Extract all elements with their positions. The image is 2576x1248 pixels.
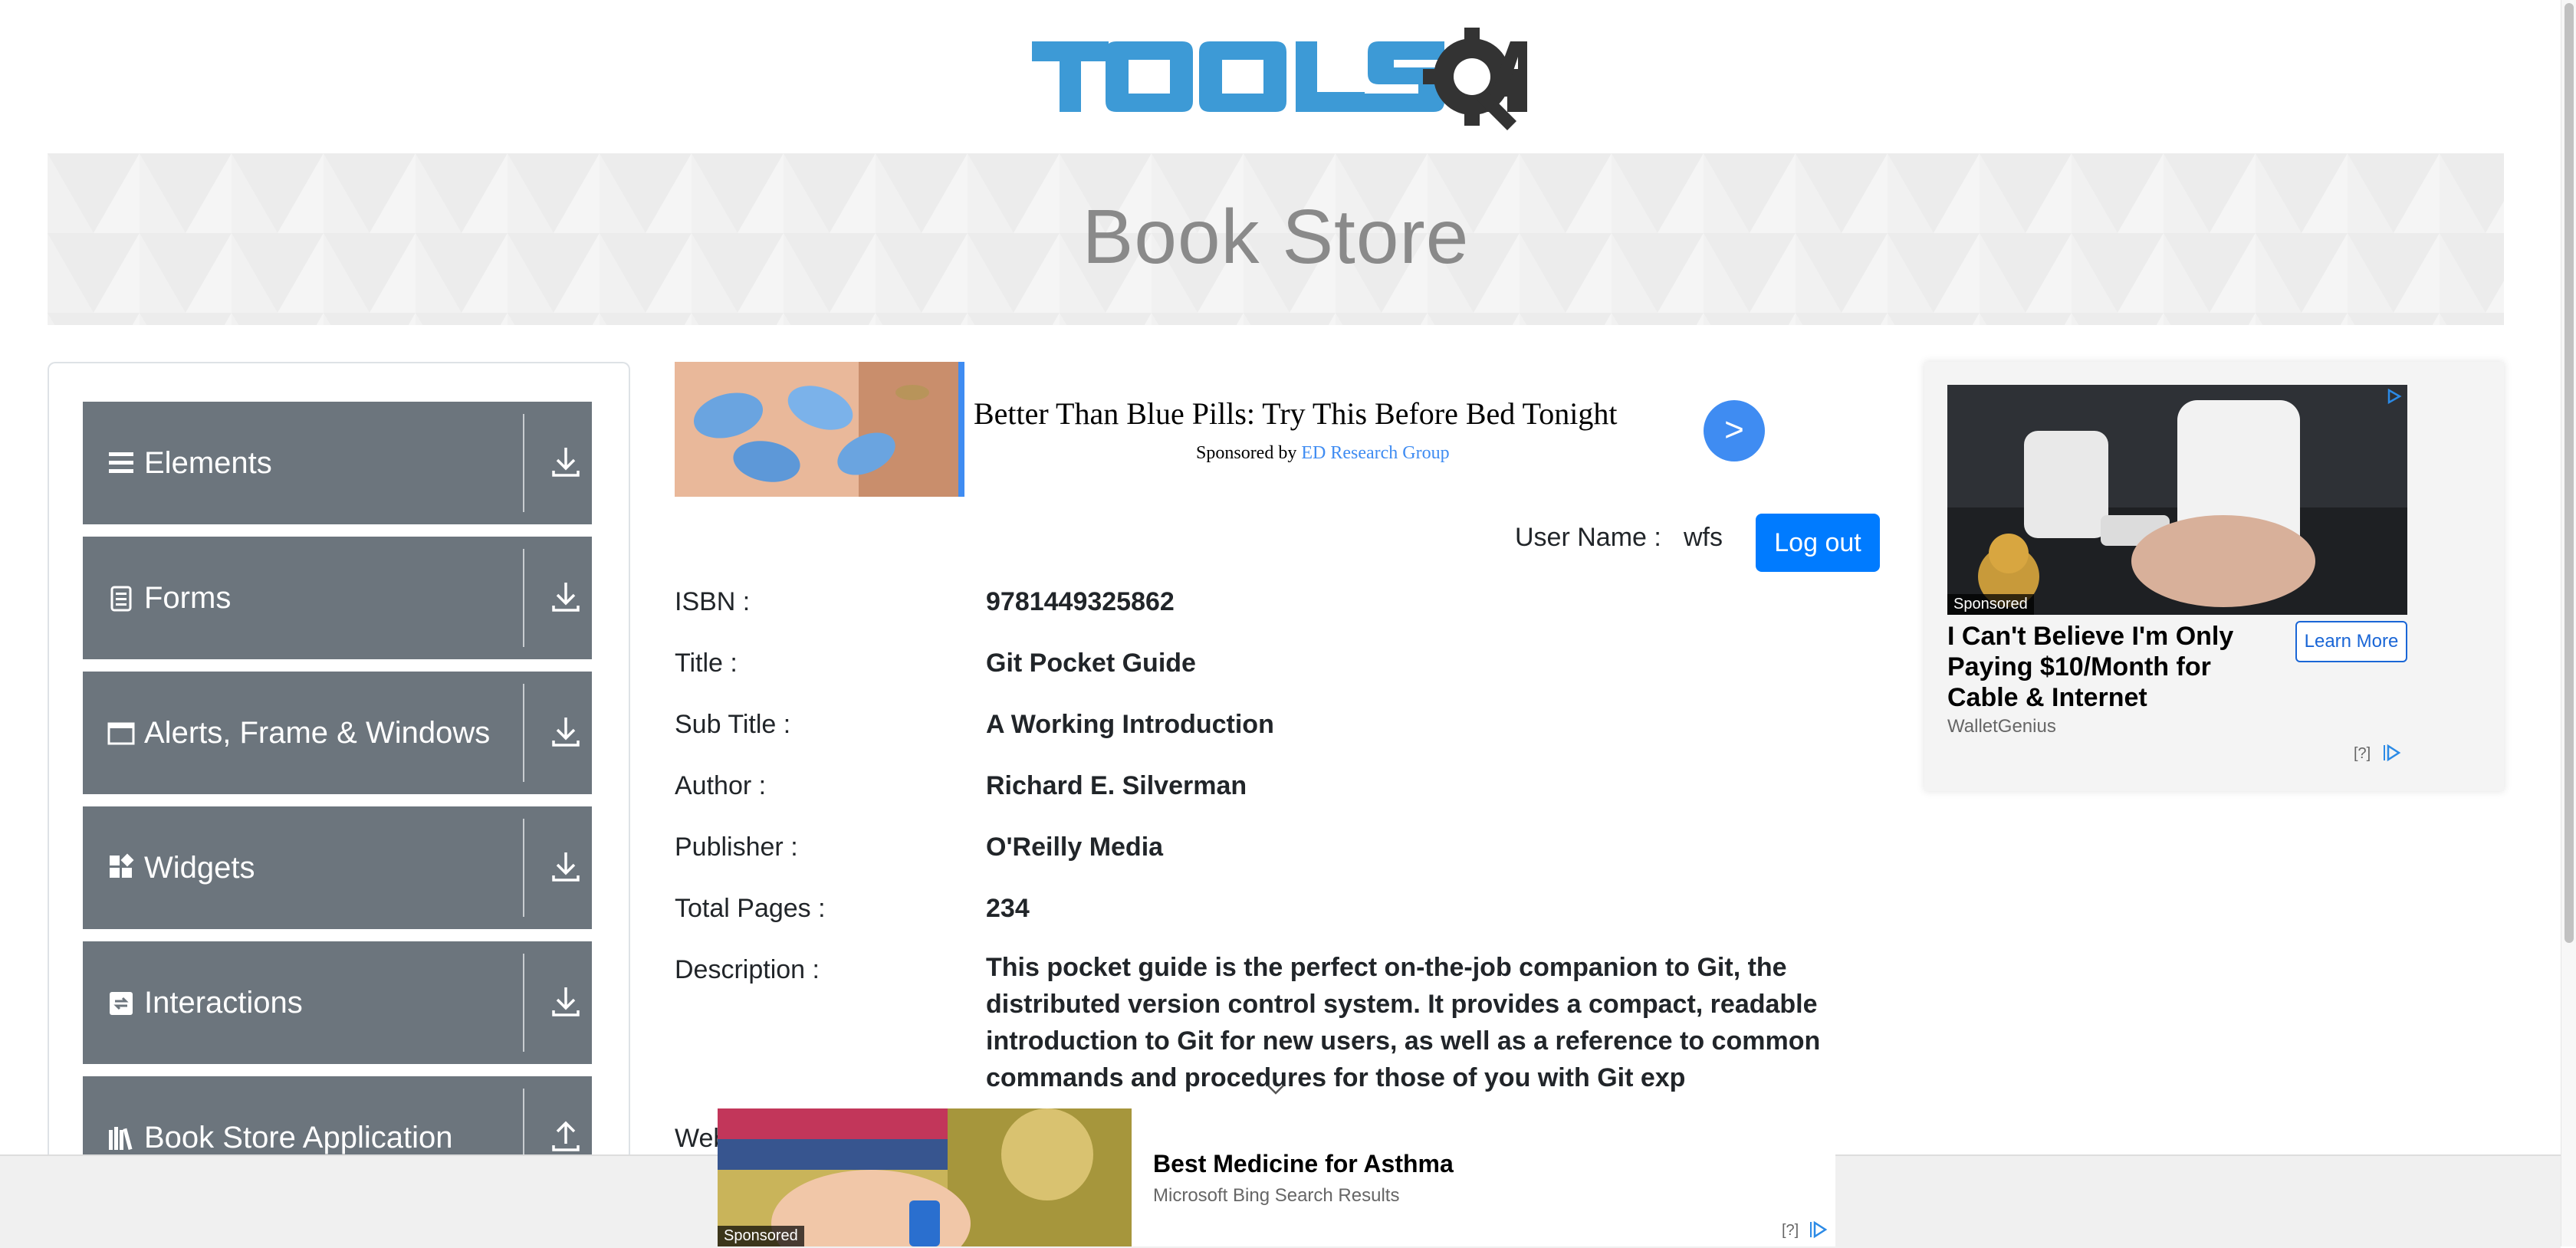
ad-bottom[interactable]: Sponsored Best Medicine for Asthma Micro… xyxy=(718,1108,1835,1246)
adchoices-icon[interactable] xyxy=(2383,744,2401,762)
download-arrow-icon xyxy=(552,718,580,747)
books-icon xyxy=(109,1127,133,1151)
divider xyxy=(523,954,524,1052)
title-label: Title : xyxy=(675,649,738,678)
ad-headline[interactable]: I Can't Believe I'm Only Paying $10/Mont… xyxy=(1947,621,2285,713)
description-value: This pocket guide is the perfect on-the-… xyxy=(986,953,1821,1092)
ad-next-button[interactable]: > xyxy=(1704,400,1765,461)
upload-arrow-icon xyxy=(552,1121,580,1151)
download-arrow-icon xyxy=(552,583,580,612)
ad-image-asthma[interactable]: Sponsored xyxy=(718,1108,1132,1246)
publisher-label: Publisher : xyxy=(675,833,798,862)
user-name-label: User Name : xyxy=(1515,523,1661,552)
subtitle-value: A Working Introduction xyxy=(986,710,1274,739)
sidebar: Elements Forms Alerts, Frame & Windows W… xyxy=(48,362,630,1248)
sidebar-group-label: Alerts, Frame & Windows xyxy=(144,716,491,750)
divider xyxy=(523,819,524,917)
ad-image-pills[interactable] xyxy=(675,362,964,497)
isbn-value: 9781449325862 xyxy=(986,587,1175,616)
widgets-icon xyxy=(110,853,134,878)
interactions-icon xyxy=(110,992,133,1015)
learn-more-button[interactable]: Learn More xyxy=(2295,621,2407,662)
divider xyxy=(523,414,524,512)
menu-lines-icon xyxy=(109,452,133,473)
sponsored-tag: Sponsored xyxy=(1947,594,2034,615)
ad-right[interactable]: Sponsored I Can't Believe I'm Only Payin… xyxy=(1924,362,2504,791)
ad-source[interactable]: Microsoft Bing Search Results xyxy=(1153,1185,1399,1207)
sponsored-tag: Sponsored xyxy=(718,1226,804,1246)
sidebar-group-forms[interactable]: Forms xyxy=(83,537,592,659)
window-icon xyxy=(107,722,135,745)
download-arrow-icon xyxy=(552,852,580,882)
ad-help-link[interactable]: [?] xyxy=(1782,1222,1799,1240)
download-arrow-icon xyxy=(552,448,580,477)
sponsored-by-text: Sponsored by xyxy=(1196,443,1297,463)
document-icon xyxy=(110,586,132,612)
page-scrollbar[interactable] xyxy=(2561,0,2576,1246)
title-value: Git Pocket Guide xyxy=(986,649,1196,678)
sidebar-group-label: Elements xyxy=(144,446,272,480)
total-pages-value: 234 xyxy=(986,894,1030,923)
total-pages-label: Total Pages : xyxy=(675,894,826,923)
ad-image-router[interactable]: Sponsored xyxy=(1947,385,2407,615)
ad-sponsor-line: Sponsored by ED Research Group xyxy=(1196,443,1450,464)
sidebar-group-widgets[interactable]: Widgets xyxy=(83,806,592,929)
chevron-down-icon[interactable] xyxy=(1265,1082,1286,1098)
sidebar-group-label: Widgets xyxy=(144,851,255,885)
toolsqa-logo[interactable] xyxy=(1032,21,1529,138)
logout-button[interactable]: Log out xyxy=(1756,514,1880,572)
subtitle-label: Sub Title : xyxy=(675,710,791,739)
isbn-label: ISBN : xyxy=(675,587,751,616)
page-banner: Book Store xyxy=(48,153,2504,325)
description-label: Description : xyxy=(675,955,820,984)
user-name-value: wfs xyxy=(1684,523,1723,552)
sidebar-group-interactions[interactable]: Interactions xyxy=(83,941,592,1064)
publisher-value: O'Reilly Media xyxy=(986,833,1164,862)
adchoices-icon[interactable] xyxy=(1809,1220,1828,1239)
divider xyxy=(523,549,524,647)
ad-headline[interactable]: Best Medicine for Asthma xyxy=(1153,1150,1454,1178)
page-title: Book Store xyxy=(1082,194,1470,280)
sidebar-group-label: Interactions xyxy=(144,986,303,1020)
adchoices-icon[interactable] xyxy=(2386,388,2403,405)
ad-sponsor-name[interactable]: ED Research Group xyxy=(1301,443,1449,463)
sidebar-group-elements[interactable]: Elements xyxy=(83,402,592,524)
scrollbar-thumb[interactable] xyxy=(2564,3,2574,943)
download-arrow-icon xyxy=(552,987,580,1016)
ad-headline[interactable]: Better Than Blue Pills: Try This Before … xyxy=(974,396,1617,432)
author-value: Richard E. Silverman xyxy=(986,771,1247,800)
ad-source[interactable]: WalletGenius xyxy=(1947,716,2056,737)
author-label: Author : xyxy=(675,771,767,800)
sidebar-group-alerts[interactable]: Alerts, Frame & Windows xyxy=(83,672,592,794)
divider xyxy=(523,684,524,782)
sidebar-group-label: Book Store Application xyxy=(144,1121,453,1154)
sidebar-group-label: Forms xyxy=(144,581,232,615)
ad-help-link[interactable]: [?] xyxy=(2354,745,2371,763)
